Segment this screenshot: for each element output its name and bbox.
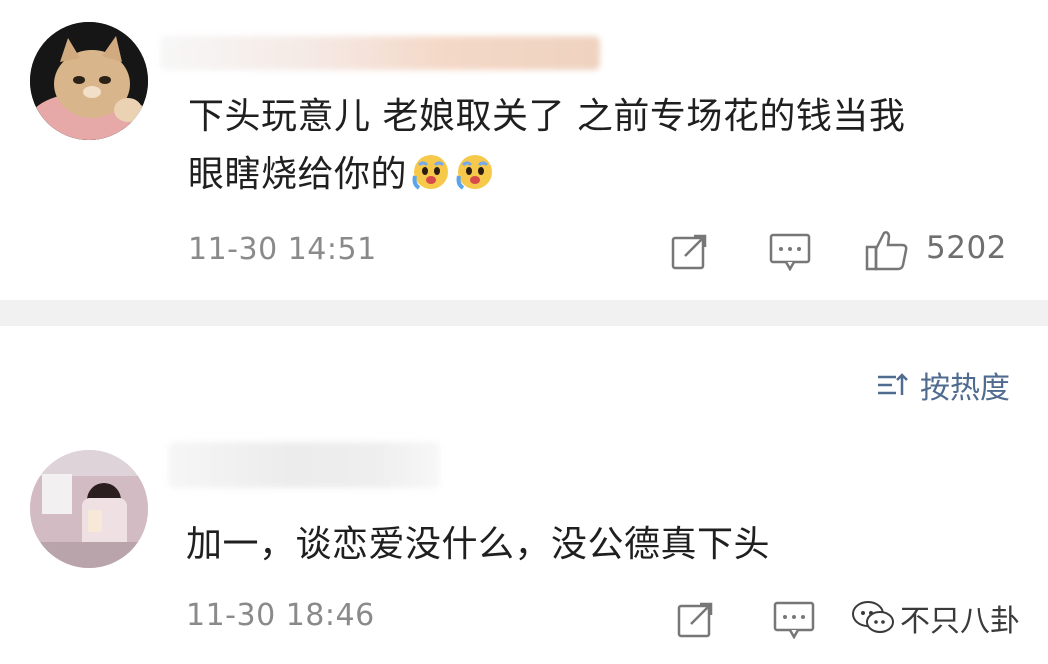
crying-face-emoji [455, 152, 495, 192]
watermark-text: 不只八卦 [900, 604, 1020, 639]
section-divider [0, 300, 1048, 326]
watermark: 不只八卦 [850, 596, 1020, 640]
comment-list-page: 下头玩意儿 老娘取关了 之前专场花的钱当我 眼瞎烧给你的 11-30 14:51… [0, 0, 1048, 664]
comment-text-line-2-content: 眼瞎烧给你的 [188, 154, 408, 195]
comment-text-line-2: 眼瞎烧给你的 [188, 146, 495, 204]
username-blurred[interactable] [168, 442, 440, 488]
comment-time: 11-30 18:46 [186, 598, 375, 633]
username-blurred[interactable] [160, 36, 600, 70]
girl-mirror-selfie-image [30, 450, 148, 568]
comment-time: 11-30 14:51 [188, 232, 377, 267]
crying-face-emoji [411, 152, 451, 192]
share-icon[interactable] [676, 599, 716, 639]
like-icon[interactable] [864, 227, 910, 273]
cat-avatar-image [30, 22, 148, 140]
girl-mirror-selfie-avatar[interactable] [30, 450, 148, 568]
comment-text-line-1: 下头玩意儿 老娘取关了 之前专场花的钱当我 [188, 96, 906, 137]
comment-text-line-1: 加一，谈恋爱没什么，没公德真下头 [186, 524, 771, 565]
like-count: 5202 [926, 230, 1007, 266]
cat-avatar[interactable] [30, 22, 148, 140]
comment-item: 下头玩意儿 老娘取关了 之前专场花的钱当我 眼瞎烧给你的 11-30 14:51… [0, 0, 1048, 300]
comment-icon[interactable] [772, 599, 816, 639]
comment-icon[interactable] [768, 231, 812, 271]
chat-bubble-icon [852, 601, 894, 633]
share-icon[interactable] [670, 231, 710, 271]
